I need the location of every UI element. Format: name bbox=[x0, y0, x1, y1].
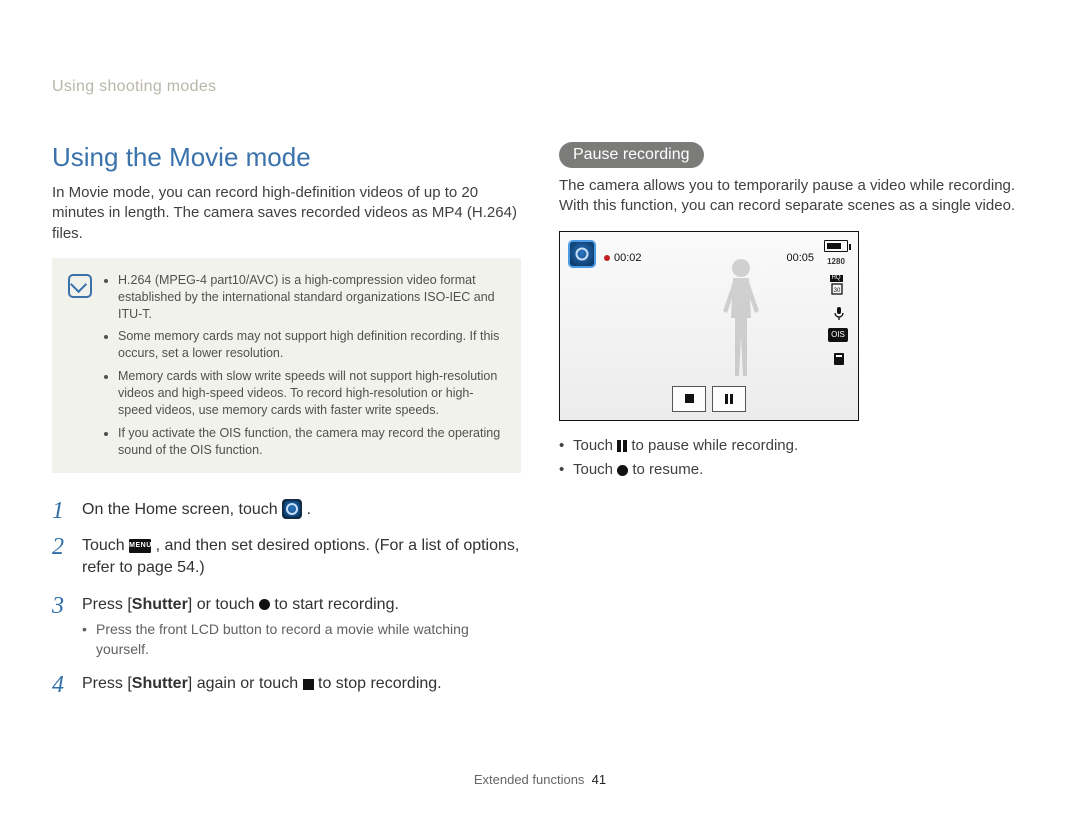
tip-resume: Touch to resume. bbox=[573, 459, 1028, 482]
right-column: Pause recording The camera allows you to… bbox=[559, 142, 1028, 710]
intro-paragraph: In Movie mode, you can record high-defin… bbox=[52, 183, 521, 244]
note-box: H.264 (MPEG-4 part10/AVC) is a high-comp… bbox=[52, 258, 521, 473]
screen-controls bbox=[672, 386, 746, 412]
microphone-icon bbox=[830, 304, 848, 322]
subsection-pill: Pause recording bbox=[559, 142, 704, 168]
note-item: Memory cards with slow write speeds will… bbox=[118, 368, 505, 419]
svg-text:30: 30 bbox=[834, 288, 841, 294]
page-title: Using the Movie mode bbox=[52, 142, 521, 173]
step-2: Touch MENU , and then set desired option… bbox=[52, 535, 521, 580]
ois-icon: OIS bbox=[828, 328, 848, 342]
record-icon bbox=[617, 465, 628, 476]
fps-icon: 30 bbox=[830, 280, 848, 298]
left-column: Using the Movie mode In Movie mode, you … bbox=[52, 142, 521, 710]
footer-section: Extended functions bbox=[474, 772, 585, 787]
menu-icon: MENU bbox=[129, 539, 151, 553]
record-icon bbox=[259, 599, 270, 610]
screen-pause-button[interactable] bbox=[712, 386, 746, 412]
tips-list: Touch to pause while recording. Touch to… bbox=[559, 435, 1028, 482]
camera-screen-illustration: 00:02 00:05 1280 HQ 30 OIS bbox=[559, 231, 859, 421]
page-footer: Extended functions 41 bbox=[0, 772, 1080, 787]
note-icon bbox=[68, 274, 92, 298]
person-silhouette bbox=[720, 256, 762, 386]
storage-icon bbox=[830, 350, 848, 368]
total-time: 00:05 bbox=[786, 252, 814, 264]
note-item: If you activate the OIS function, the ca… bbox=[118, 425, 505, 459]
screen-stop-button[interactable] bbox=[672, 386, 706, 412]
step-1: On the Home screen, touch . bbox=[52, 499, 521, 521]
pause-paragraph: The camera allows you to temporarily pau… bbox=[559, 176, 1028, 217]
pause-icon bbox=[617, 440, 627, 452]
tip-pause: Touch to pause while recording. bbox=[573, 435, 1028, 458]
page-number: 41 bbox=[592, 772, 606, 787]
breadcrumb: Using shooting modes bbox=[52, 78, 1028, 96]
screen-mode-icon bbox=[568, 240, 596, 268]
note-item: H.264 (MPEG-4 part10/AVC) is a high-comp… bbox=[118, 272, 505, 323]
step-3-sub: Press the front LCD button to record a m… bbox=[82, 620, 521, 659]
note-item: Some memory cards may not support high d… bbox=[118, 328, 505, 362]
step-4: Press [Shutter] again or touch to stop r… bbox=[52, 673, 521, 695]
battery-icon bbox=[824, 240, 848, 252]
step-3: Press [Shutter] or touch to start record… bbox=[52, 594, 521, 660]
step-list: On the Home screen, touch . Touch MENU ,… bbox=[52, 499, 521, 696]
elapsed-time: 00:02 bbox=[604, 252, 642, 264]
stop-icon bbox=[303, 679, 314, 690]
movie-mode-icon bbox=[282, 499, 302, 519]
